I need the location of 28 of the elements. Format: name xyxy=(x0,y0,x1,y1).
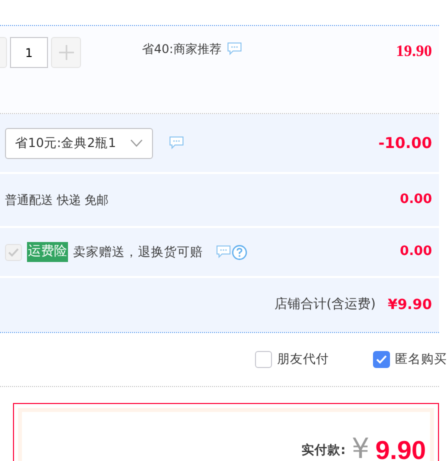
promo-select[interactable]: 省10元:金典2瓶1 xyxy=(5,128,153,158)
chevron-down-icon xyxy=(130,139,143,147)
insurance-amount: 0.00 xyxy=(400,243,432,262)
shipping-label: 普通配送 快递 免邮 xyxy=(5,192,109,209)
option-checkbox[interactable] xyxy=(373,351,390,368)
shipping-amount: 0.00 xyxy=(400,191,432,210)
chat-icon[interactable] xyxy=(216,244,231,258)
item-price: 19.90 xyxy=(396,42,432,62)
currency-sign: ¥ xyxy=(352,435,370,461)
promo-note: 省40:商家推荐 xyxy=(142,41,222,58)
shop-total-amount: ¥9.90 xyxy=(388,296,432,314)
option-label: 匿名购买 xyxy=(395,350,447,368)
chat-icon[interactable] xyxy=(227,42,242,56)
discount-amount: -10.00 xyxy=(378,132,432,154)
increase-button[interactable] xyxy=(51,37,81,68)
help-icon[interactable] xyxy=(232,244,247,260)
chat-icon[interactable] xyxy=(169,136,184,150)
option-label: 朋友代付 xyxy=(277,350,329,368)
check-icon xyxy=(8,248,19,256)
shop-total-label: 店铺合计(含运费) xyxy=(274,296,376,314)
check-icon xyxy=(376,355,387,364)
quantity-field[interactable]: 1 xyxy=(10,37,48,68)
insurance-label: 卖家赠送，退换货可赔 xyxy=(73,242,203,261)
plus-icon xyxy=(58,45,74,60)
payment-label: 实付款: xyxy=(302,441,346,460)
insurance-tag: 运费险 xyxy=(27,242,68,262)
option-checkbox[interactable] xyxy=(255,351,272,368)
payment-amount: 9.90 xyxy=(375,437,426,461)
